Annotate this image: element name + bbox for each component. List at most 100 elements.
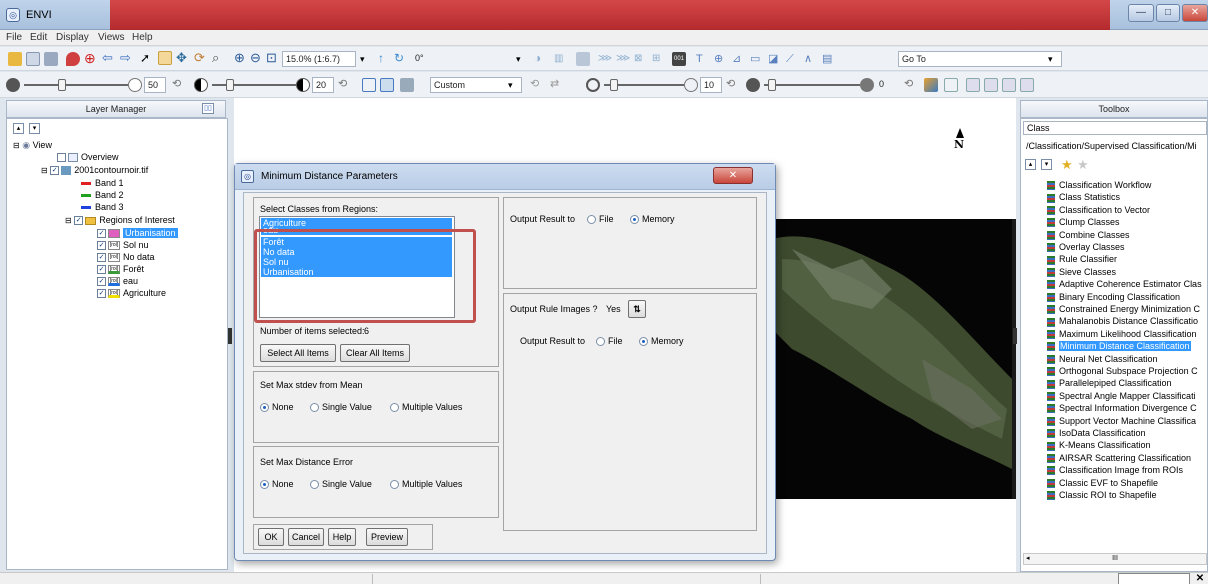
crosshair-icon[interactable]: ⊕ [84, 51, 98, 66]
tree-roi-agriculture[interactable]: ✓ [roi] Agriculture [97, 287, 166, 299]
contrast-slider-track[interactable] [212, 84, 296, 86]
tree-roi-group[interactable]: ⊟ ✓ Regions of Interest [65, 214, 175, 226]
preview-button[interactable]: Preview [366, 528, 408, 546]
close-window-button[interactable]: ✕ [1182, 4, 1208, 22]
roam-icon[interactable]: ✥ [176, 51, 190, 66]
expand-all-icon[interactable]: ▾ [1041, 159, 1052, 170]
list-item[interactable]: Agriculture [261, 218, 452, 228]
radio-off[interactable] [587, 215, 596, 225]
toolbox-item[interactable]: Classification to Vector [1047, 204, 1150, 217]
radio-on[interactable] [260, 480, 269, 490]
radio-off[interactable] [390, 480, 399, 490]
overview-checkbox[interactable] [57, 153, 66, 163]
picture-icon[interactable]: ◪ [768, 52, 782, 66]
data-manager-icon[interactable] [26, 52, 40, 66]
collapse-all-icon[interactable]: ▴ [1025, 159, 1036, 170]
menu-display[interactable]: Display [56, 32, 89, 43]
maximize-button[interactable]: □ [1156, 4, 1180, 22]
goto-field[interactable]: Go To [898, 51, 1062, 67]
chip-icon[interactable] [944, 78, 958, 92]
roi-group-checkbox[interactable]: ✓ [74, 216, 84, 226]
transparency-value[interactable]: 0 [876, 77, 892, 93]
layer-icon[interactable] [44, 52, 58, 66]
zoom-fit-icon[interactable]: ⊡ [266, 51, 280, 66]
rotate-free-icon[interactable]: ↻ [394, 52, 408, 66]
tree-roi-no-data[interactable]: ✓ [roi] No data [97, 251, 155, 263]
vector-icon[interactable]: ◑ [534, 52, 548, 66]
toolbox-item[interactable]: Parallelepiped Classification [1047, 377, 1172, 390]
crosshair-tool-icon[interactable]: ⋙ [616, 52, 630, 66]
radio-off[interactable] [390, 403, 399, 413]
reset-icon[interactable]: ⟲ [726, 78, 740, 92]
tree-overview[interactable]: Overview [57, 151, 119, 163]
collapse-right-handle[interactable] [1013, 328, 1017, 344]
tree-band-2[interactable]: Band 2 [81, 189, 124, 201]
map-key-icon[interactable]: ▤ [822, 52, 836, 66]
multiple-values-radio[interactable]: Multiple Values [390, 479, 462, 490]
transparency-slider-track[interactable] [764, 84, 860, 86]
scroll-left-icon[interactable]: ◂ [1026, 554, 1030, 564]
toolbox-item[interactable]: Classification Workflow [1047, 179, 1151, 192]
stretch-type-icon[interactable] [400, 78, 414, 92]
layout-4-icon[interactable] [1002, 78, 1016, 92]
layout-1-icon[interactable] [966, 78, 980, 92]
tree-band-3[interactable]: Band 3 [81, 201, 124, 213]
menu-views[interactable]: Views [98, 32, 125, 43]
rotation-field[interactable]: 0° [412, 51, 512, 67]
pan-hand-icon[interactable] [158, 51, 172, 65]
chevron-down-icon[interactable]: ▾ [1048, 52, 1062, 66]
toolbox-item[interactable]: AIRSAR Scattering Classification [1047, 452, 1191, 465]
memory-radio[interactable]: Memory [630, 214, 675, 225]
toolbox-item[interactable]: Adaptive Coherence Estimator Clas [1047, 278, 1202, 291]
select-all-button[interactable]: Select All Items [260, 344, 336, 362]
swipe-icon[interactable]: ⊞ [652, 52, 666, 66]
chevron-down-icon[interactable]: ▾ [360, 52, 374, 66]
annotation-icon[interactable]: ▥ [554, 52, 568, 66]
brightness-slider-knob[interactable] [58, 79, 66, 91]
cancel-process-icon[interactable]: ✕ [1194, 573, 1206, 584]
chevron-down-icon[interactable]: ▾ [508, 78, 522, 92]
radio-on[interactable] [260, 403, 269, 413]
single-value-radio[interactable]: Single Value [310, 402, 372, 413]
line-icon[interactable]: ⟋ [786, 52, 800, 66]
layout-2-icon[interactable] [984, 78, 998, 92]
roi-checkbox[interactable]: ✓ [97, 253, 106, 263]
zoom-dropdown[interactable]: 15.0% (1:6.7) [282, 51, 356, 67]
radio-on[interactable] [630, 215, 639, 225]
stretch-full-icon[interactable] [380, 78, 394, 92]
rotate-icon[interactable]: ⟳ [194, 51, 208, 66]
transparency-slider-knob[interactable] [768, 79, 776, 91]
toolbox-item[interactable]: Orthogonal Subspace Projection C [1047, 365, 1198, 378]
minimize-button[interactable]: — [1128, 4, 1154, 22]
stretch-icon[interactable] [362, 78, 376, 92]
fixed-zoom-icon[interactable]: ⌕ [212, 51, 226, 66]
toolbox-item[interactable]: IsoData Classification [1047, 427, 1146, 440]
toolbox-search-input[interactable]: Class [1023, 121, 1207, 135]
back-icon[interactable]: ⇦ [102, 51, 116, 66]
reset-icon[interactable]: ⟲ [904, 78, 918, 92]
reset-icon[interactable]: ⟲ [338, 78, 352, 92]
reset-icon[interactable]: ⟲ [530, 78, 544, 92]
menu-edit[interactable]: Edit [30, 32, 47, 43]
select-arrow-icon[interactable]: ➚ [140, 52, 154, 66]
layout-grid-icon[interactable] [1020, 78, 1034, 92]
rule-toggle-button[interactable]: ⇅ [628, 300, 646, 318]
tree-band-1[interactable]: Band 1 [81, 177, 124, 189]
dialog-close-button[interactable]: ✕ [713, 167, 753, 184]
brightness-slider-track[interactable] [24, 84, 128, 86]
contrast-value[interactable]: 20 [312, 77, 334, 93]
toolbox-item[interactable]: Overlay Classes [1047, 241, 1125, 254]
open-icon[interactable] [8, 52, 22, 66]
horizontal-scrollbar[interactable]: ◂ III [1023, 553, 1207, 565]
brightness-value[interactable]: 50 [144, 77, 166, 93]
forward-icon[interactable]: ⇨ [120, 51, 134, 66]
polygon-icon[interactable]: ▭ [750, 52, 764, 66]
sync-icon[interactable]: ⇄ [550, 78, 564, 92]
ok-button[interactable]: OK [258, 528, 284, 546]
help-button[interactable]: Help [328, 528, 356, 546]
contrast-slider-knob[interactable] [226, 79, 234, 91]
dock-icon[interactable]: ▯▯ [202, 103, 214, 114]
toolbox-item[interactable]: Minimum Distance Classification [1047, 340, 1191, 353]
clear-all-button[interactable]: Clear All Items [340, 344, 410, 362]
radio-off[interactable] [596, 337, 605, 347]
